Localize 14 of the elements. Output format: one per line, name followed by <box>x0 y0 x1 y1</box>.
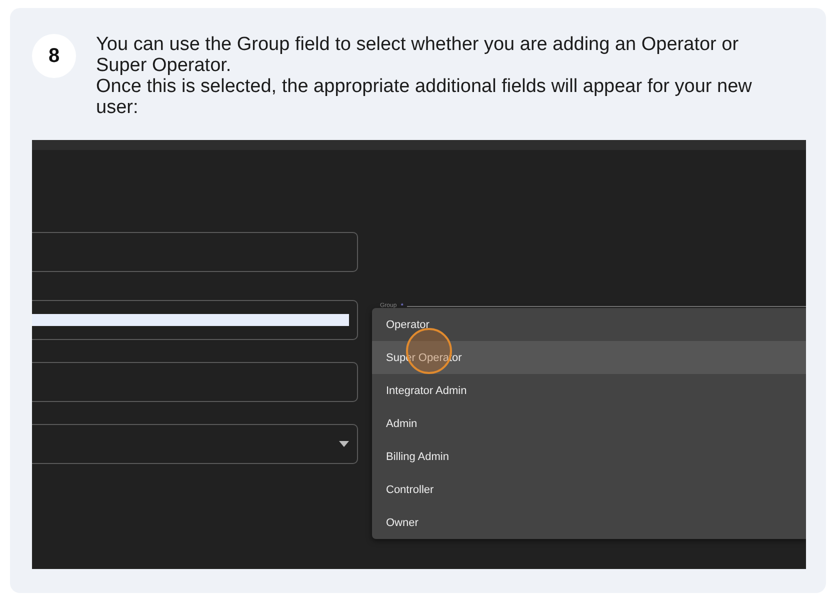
instruction-text: Once this is selected, the appropriate additional fields will appear for your new user: <box>96 76 753 118</box>
menu-item[interactable]: Integrator Admin <box>372 374 806 407</box>
menu-item[interactable]: Controller <box>372 473 806 506</box>
step-number: 8 <box>32 34 76 78</box>
select-field[interactable] <box>32 424 358 464</box>
menu-item[interactable]: Billing Admin <box>372 440 806 473</box>
menu-item[interactable]: Owner <box>372 506 806 539</box>
menu-item[interactable]: Operator <box>372 308 806 341</box>
instruction-text: You can use the Group field to select whether you are adding an Operator or Super Operator. <box>96 34 740 76</box>
caret-icon <box>339 441 349 447</box>
input-field[interactable] <box>32 362 358 402</box>
input-field[interactable] <box>32 300 358 340</box>
menu-item[interactable]: Admin <box>372 407 806 440</box>
input-field[interactable] <box>32 232 358 272</box>
